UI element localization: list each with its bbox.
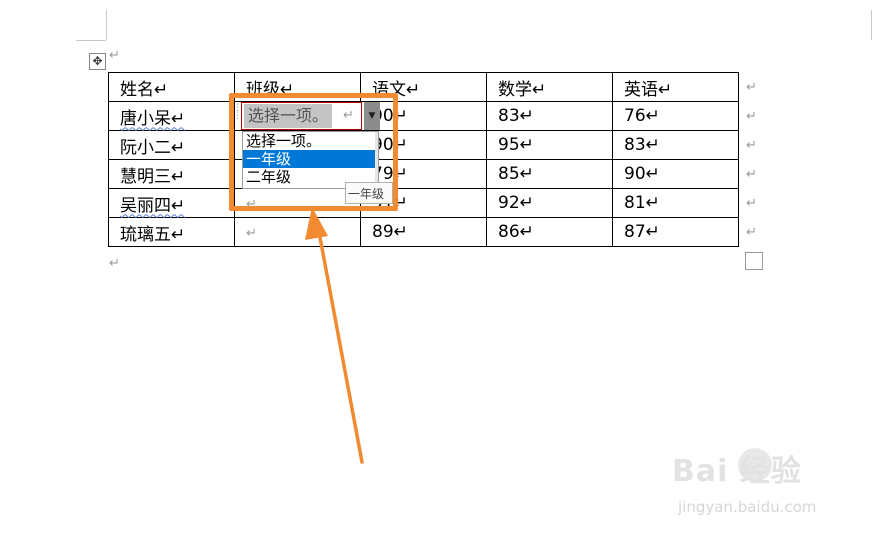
baidu-watermark: Bai 经验 jingyan.baidu.com	[672, 446, 832, 526]
watermark-site: jingyan.baidu.com	[678, 498, 817, 516]
arrow-head-icon	[305, 207, 328, 240]
arrow-shaft	[317, 230, 364, 464]
watermark-brand: Bai 经验	[672, 454, 802, 489]
